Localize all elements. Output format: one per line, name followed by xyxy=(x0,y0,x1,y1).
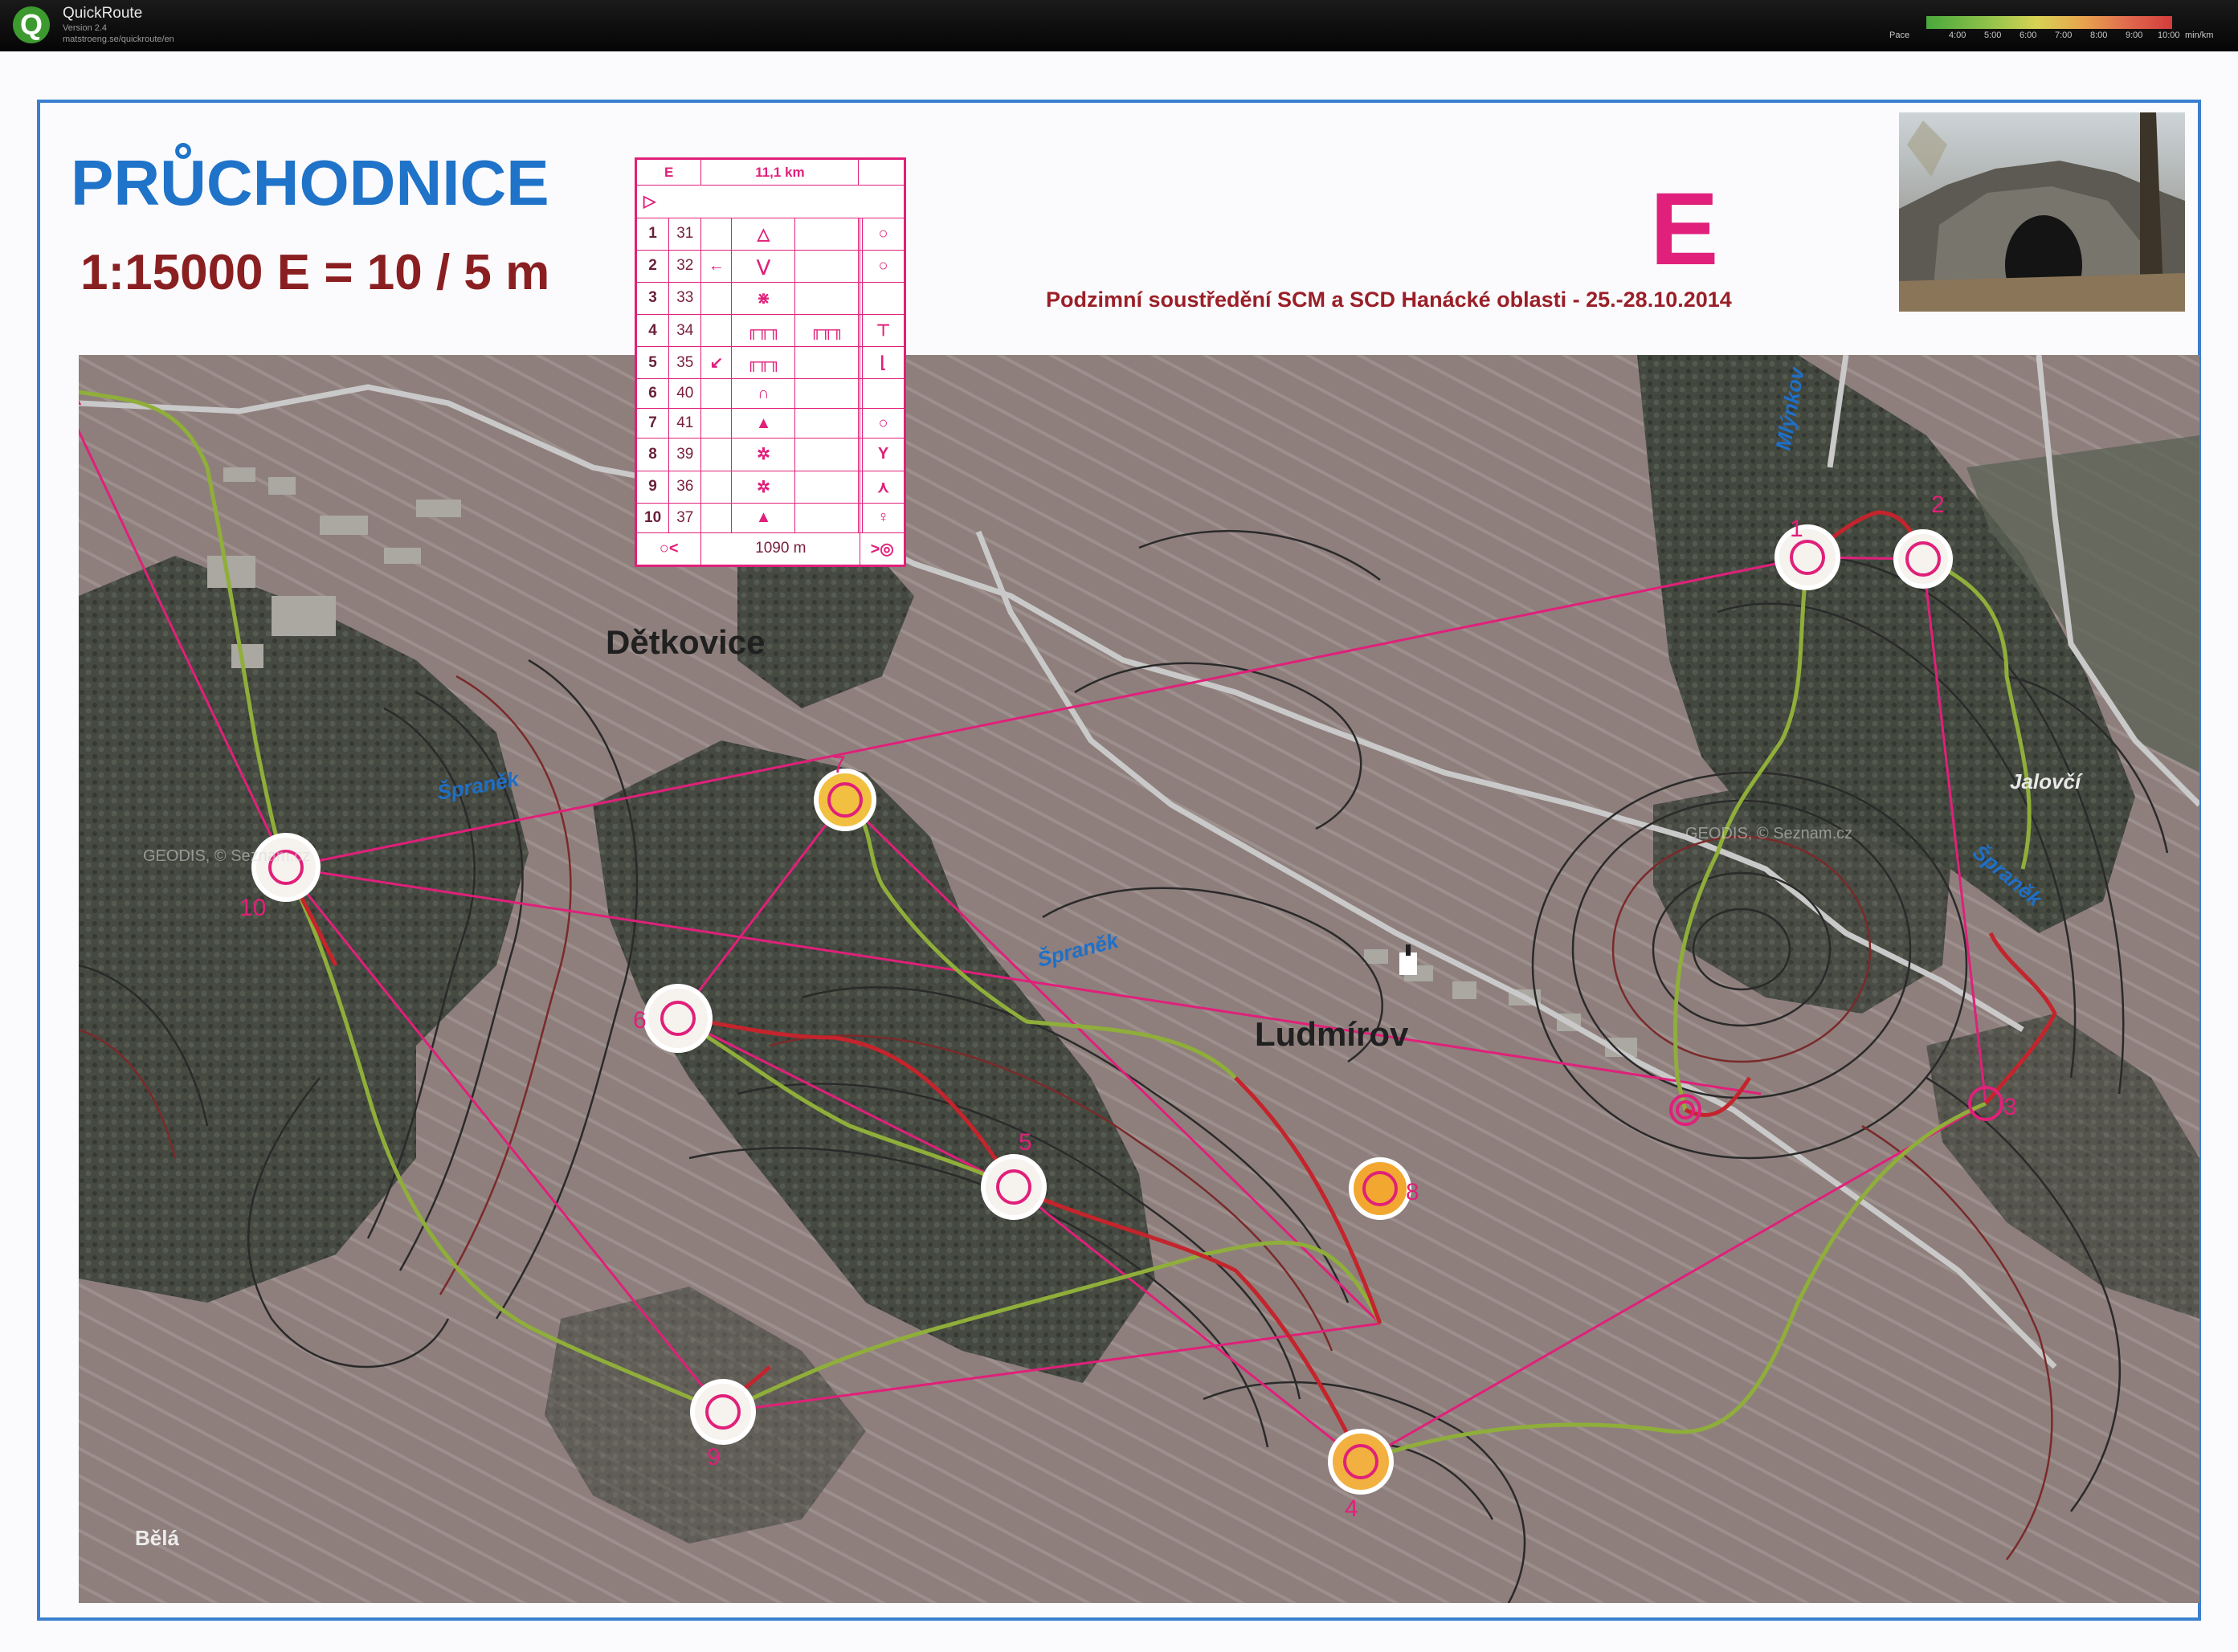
control-code: 33 xyxy=(668,281,702,315)
app-version: Version 2.4 xyxy=(63,23,108,33)
feature-icon: ✲ xyxy=(731,438,796,471)
app-name: QuickRoute xyxy=(63,5,143,22)
control-label: 6 xyxy=(633,1007,647,1034)
detail-icon: ○ xyxy=(862,217,905,251)
pace-tick: min/km xyxy=(2185,31,2214,40)
detail-icon: ♀ xyxy=(862,502,905,533)
control-code: 39 xyxy=(668,438,702,471)
control-number: 7 xyxy=(635,408,670,439)
description-row: 8 39 ✲ Y xyxy=(635,438,905,471)
control-number: 9 xyxy=(635,470,670,504)
control-code: 31 xyxy=(668,217,702,251)
detail-icon: ○ xyxy=(862,408,905,439)
map-watermark: GEODIS, © Seznam.cz xyxy=(1685,825,1852,842)
description-row: 2 32 ← ⋁ ○ xyxy=(635,249,905,283)
control-label: 5 xyxy=(1019,1129,1032,1156)
feature-icon: ▲ xyxy=(731,502,796,533)
control-code: 32 xyxy=(668,249,702,283)
feature-icon: ∩ xyxy=(731,378,796,410)
feature-icon: ╓╥╖ xyxy=(731,346,796,380)
app-titlebar: Q QuickRoute Version 2.4 matstroeng.se/q… xyxy=(0,0,2238,51)
place-label-bela: Bělá xyxy=(135,1526,179,1550)
detail-icon: ⌊ xyxy=(862,346,905,380)
desc-category: E xyxy=(635,158,702,186)
pace-tick: 9:00 xyxy=(2126,31,2143,40)
description-row: 6 40 ∩ xyxy=(635,378,905,410)
control-number: 4 xyxy=(635,313,670,348)
control-label: 2 xyxy=(1931,492,1945,518)
finish-distance: 1090 m xyxy=(700,532,861,566)
control-label: 1 xyxy=(1790,516,1803,542)
start-triangle-icon: ▷ xyxy=(636,185,905,218)
control-label: 9 xyxy=(707,1444,721,1470)
course-category: E xyxy=(1650,172,1719,287)
control-number: 8 xyxy=(635,438,670,471)
finish-start-icon: ○< xyxy=(635,532,702,566)
feature-icon: ⋇ xyxy=(731,281,796,315)
pace-tick: 4:00 xyxy=(1949,31,1966,40)
pace-tick: 7:00 xyxy=(2055,31,2073,40)
control-label: 8 xyxy=(1406,1179,1419,1205)
pace-tick: 10:00 xyxy=(2158,31,2180,40)
town-label-detkovice: Dětkovice xyxy=(606,623,765,661)
map-title: PRŮCHODNICE xyxy=(71,147,549,218)
control-number: 1 xyxy=(635,217,670,251)
stream-label: Jalovčí xyxy=(2010,769,2083,793)
pace-tick: 5:00 xyxy=(1984,31,2002,40)
description-row: 9 36 ✲ ⋏ xyxy=(635,470,905,504)
pace-tick: 6:00 xyxy=(2020,31,2037,40)
description-row: 7 41 ▲ ○ xyxy=(635,408,905,439)
description-row: 1 31 △ ○ xyxy=(635,217,905,251)
control-code: 40 xyxy=(668,378,702,410)
desc-length: 11,1 km xyxy=(700,158,860,186)
detail-icon: ⊤ xyxy=(862,313,905,348)
town-label-ludmirov: Ludmírov xyxy=(1255,1015,1409,1053)
app-url[interactable]: matstroeng.se/quickroute/en xyxy=(63,35,174,44)
detail-icon: Y xyxy=(862,438,905,471)
pace-ticks: 4:00 5:00 6:00 7:00 8:00 9:00 10:00 min/… xyxy=(1926,31,2213,42)
control-label: 10 xyxy=(239,895,266,921)
control-code: 36 xyxy=(668,470,702,504)
control-code: 37 xyxy=(668,502,702,533)
pace-tick: 8:00 xyxy=(2090,31,2108,40)
pace-label: Pace xyxy=(1889,31,1910,40)
control-number: 6 xyxy=(635,378,670,410)
detail-icon: ⋏ xyxy=(862,470,905,504)
description-row: 10 37 ▲ ♀ xyxy=(635,502,905,533)
control-code: 34 xyxy=(668,313,702,348)
finish-icon: >◎ xyxy=(860,532,905,566)
event-name: Podzimní soustředění SCM a SCD Hanácké o… xyxy=(1046,288,1732,312)
control-number: 2 xyxy=(635,249,670,283)
feature-icon: ╓╥╖ xyxy=(731,313,796,348)
control-label: 7 xyxy=(832,752,846,778)
control-number: 5 xyxy=(635,346,670,380)
control-description-sheet: E 11,1 km ▷ 1 31 △ ○ 2 32 ← ⋁ ○ 3 33 ⋇ 4 xyxy=(635,157,906,567)
map-watermark: GEODIS, © Seznam.cz xyxy=(143,847,310,865)
control-number: 10 xyxy=(635,502,670,533)
control-code: 35 xyxy=(668,346,702,380)
detail-icon: ○ xyxy=(862,249,905,283)
feature-icon: ╓╥╖ xyxy=(794,313,860,348)
feature-icon: ▲ xyxy=(731,408,796,439)
map-scale: 1:15000 E = 10 / 5 m xyxy=(80,245,550,300)
quickroute-logo-icon: Q xyxy=(13,6,50,43)
description-row: 5 35 ↙ ╓╥╖ ⌊ xyxy=(635,346,905,380)
feature-icon: ⋁ xyxy=(731,249,796,283)
feature-icon: △ xyxy=(731,217,796,251)
control-label: 4 xyxy=(1345,1495,1358,1522)
direction-arrow-icon: ← xyxy=(700,249,733,283)
feature-icon: ✲ xyxy=(731,470,796,504)
control-code: 41 xyxy=(668,408,702,439)
direction-arrow-icon: ↙ xyxy=(700,346,733,380)
description-row: 4 34 ╓╥╖ ╓╥╖ ⊤ xyxy=(635,313,905,348)
cave-photo xyxy=(1899,112,2185,312)
pace-color-scale xyxy=(1926,16,2172,29)
description-row: 3 33 ⋇ xyxy=(635,281,905,315)
control-label: 3 xyxy=(2003,1094,2017,1120)
control-number: 3 xyxy=(635,281,670,315)
orienteering-map[interactable]: 1 2 3 4 5 6 7 8 9 10 Dětkovice Ludmírov … xyxy=(79,355,2199,1603)
